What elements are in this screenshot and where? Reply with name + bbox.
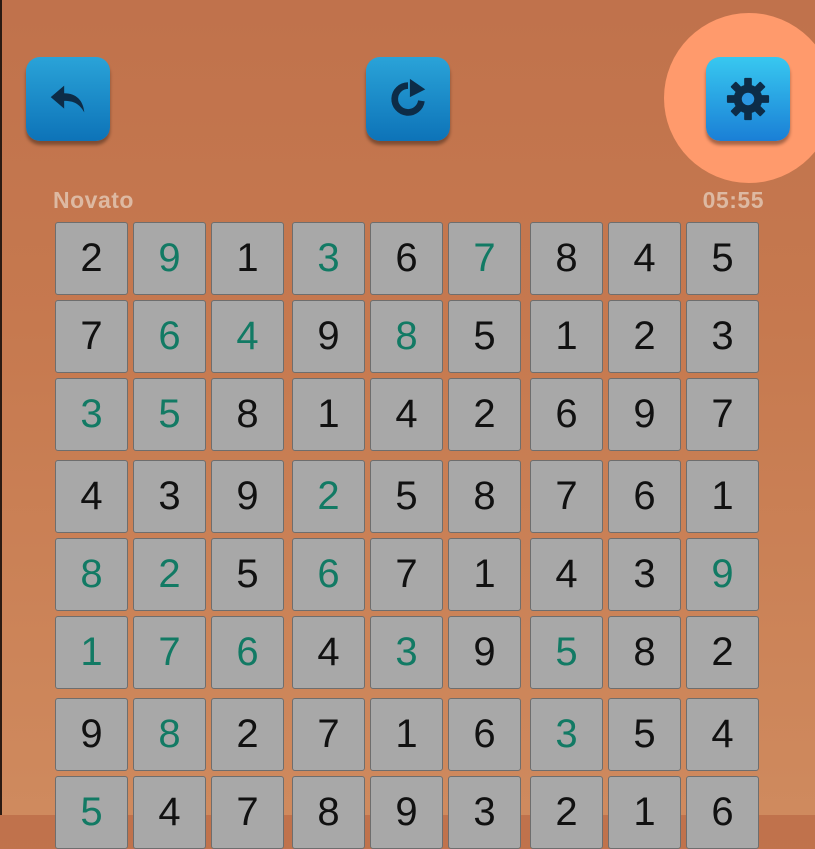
sudoku-cell[interactable]: 2 [211, 698, 284, 771]
sudoku-cell[interactable]: 5 [608, 698, 681, 771]
sudoku-cell[interactable]: 7 [370, 538, 443, 611]
sudoku-cell[interactable]: 3 [608, 538, 681, 611]
sudoku-cell[interactable]: 8 [133, 698, 206, 771]
sudoku-cell[interactable]: 9 [292, 300, 365, 373]
sudoku-cell[interactable]: 1 [608, 776, 681, 849]
restart-button[interactable] [366, 57, 450, 141]
sudoku-cell[interactable]: 9 [55, 698, 128, 771]
sudoku-cell[interactable]: 4 [530, 538, 603, 611]
sudoku-cell[interactable]: 6 [370, 222, 443, 295]
sudoku-cell[interactable]: 9 [608, 378, 681, 451]
sudoku-cell[interactable]: 7 [55, 300, 128, 373]
sudoku-cell[interactable]: 6 [530, 378, 603, 451]
settings-button[interactable] [706, 57, 790, 141]
undo-button[interactable] [26, 57, 110, 141]
window-edge [0, 0, 2, 815]
sudoku-cell[interactable]: 6 [608, 460, 681, 533]
sudoku-cell[interactable]: 9 [370, 776, 443, 849]
sudoku-cell[interactable]: 3 [292, 222, 365, 295]
sudoku-cell[interactable]: 4 [608, 222, 681, 295]
sudoku-cell[interactable]: 4 [292, 616, 365, 689]
sudoku-cell[interactable]: 6 [686, 776, 759, 849]
sudoku-cell[interactable]: 2 [686, 616, 759, 689]
sudoku-cell[interactable]: 4 [211, 300, 284, 373]
sudoku-cell[interactable]: 4 [370, 378, 443, 451]
sudoku-cell[interactable]: 1 [55, 616, 128, 689]
sudoku-cell[interactable]: 2 [292, 460, 365, 533]
sudoku-cell[interactable]: 3 [686, 300, 759, 373]
sudoku-cell[interactable]: 5 [133, 378, 206, 451]
sudoku-cell[interactable]: 2 [55, 222, 128, 295]
sudoku-cell[interactable]: 8 [448, 460, 521, 533]
sudoku-cell[interactable]: 3 [133, 460, 206, 533]
sudoku-cell[interactable]: 9 [448, 616, 521, 689]
sudoku-cell[interactable]: 7 [448, 222, 521, 295]
sudoku-cell[interactable]: 5 [370, 460, 443, 533]
sudoku-cell[interactable]: 8 [292, 776, 365, 849]
sudoku-cell[interactable]: 2 [608, 300, 681, 373]
sudoku-cell[interactable]: 8 [530, 222, 603, 295]
sudoku-cell[interactable]: 1 [292, 378, 365, 451]
sudoku-cell[interactable]: 3 [370, 616, 443, 689]
sudoku-cell[interactable]: 6 [448, 698, 521, 771]
sudoku-cell[interactable]: 1 [686, 460, 759, 533]
sudoku-cell[interactable]: 7 [686, 378, 759, 451]
sudoku-cell[interactable]: 3 [448, 776, 521, 849]
sudoku-cell[interactable]: 5 [686, 222, 759, 295]
sudoku-cell[interactable]: 6 [133, 300, 206, 373]
sudoku-cell[interactable]: 9 [686, 538, 759, 611]
sudoku-cell[interactable]: 3 [530, 698, 603, 771]
sudoku-cell[interactable]: 2 [133, 538, 206, 611]
timer-display: 05:55 [702, 187, 764, 213]
sudoku-cell[interactable]: 2 [530, 776, 603, 849]
sudoku-cell[interactable]: 1 [370, 698, 443, 771]
sudoku-cell[interactable]: 7 [133, 616, 206, 689]
sudoku-cell[interactable]: 7 [211, 776, 284, 849]
sudoku-cell[interactable]: 5 [55, 776, 128, 849]
restart-icon [391, 78, 426, 116]
sudoku-cell[interactable]: 8 [211, 378, 284, 451]
sudoku-cell[interactable]: 3 [55, 378, 128, 451]
sudoku-cell[interactable]: 4 [55, 460, 128, 533]
sudoku-cell[interactable]: 8 [55, 538, 128, 611]
sudoku-cell[interactable]: 6 [292, 538, 365, 611]
sudoku-cell[interactable]: 8 [608, 616, 681, 689]
sudoku-cell[interactable]: 4 [133, 776, 206, 849]
gear-icon [726, 77, 770, 121]
sudoku-cell[interactable]: 2 [448, 378, 521, 451]
sudoku-cell[interactable]: 1 [448, 538, 521, 611]
sudoku-cell[interactable]: 9 [211, 460, 284, 533]
sudoku-cell[interactable]: 7 [530, 460, 603, 533]
undo-arrow-icon [50, 85, 85, 113]
sudoku-cell[interactable]: 5 [211, 538, 284, 611]
sudoku-cell[interactable]: 8 [370, 300, 443, 373]
sudoku-cell[interactable]: 1 [530, 300, 603, 373]
sudoku-cell[interactable]: 4 [686, 698, 759, 771]
difficulty-label: Novato [53, 187, 134, 213]
sudoku-cell[interactable]: 5 [448, 300, 521, 373]
sudoku-cell[interactable]: 7 [292, 698, 365, 771]
sudoku-cell[interactable]: 6 [211, 616, 284, 689]
sudoku-cell[interactable]: 9 [133, 222, 206, 295]
sudoku-cell[interactable]: 1 [211, 222, 284, 295]
sudoku-cell[interactable]: 5 [530, 616, 603, 689]
